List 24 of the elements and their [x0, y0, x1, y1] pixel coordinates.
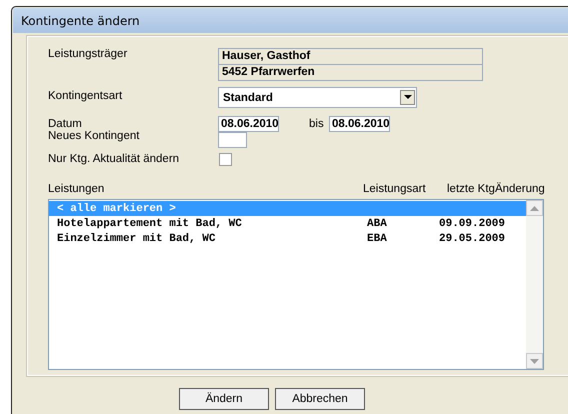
- list-item[interactable]: Hotelappartement mit Bad, WC ABA 09.09.2009: [49, 216, 526, 231]
- input-field[interactable]: [218, 132, 247, 148]
- field-label: bis: [308, 117, 325, 130]
- cancel-button[interactable]: Abbrechen: [275, 388, 365, 410]
- scrollbar[interactable]: [526, 200, 543, 369]
- change-button[interactable]: Ändern: [179, 388, 269, 410]
- window-title: Kontingente ändern: [21, 14, 140, 28]
- list-item[interactable]: Einzelzimmer mit Bad, WC EBA 29.05.2009: [49, 231, 526, 246]
- dropdown[interactable]: Standard: [218, 87, 417, 108]
- scroll-up-icon[interactable]: [526, 200, 543, 216]
- readonly-field: Hauser, Gasthof: [218, 48, 483, 65]
- date-field[interactable]: 08.06.2010: [329, 116, 390, 132]
- date-field[interactable]: 08.06.2010: [218, 116, 279, 132]
- field-label: Neues Kontingent: [48, 130, 140, 142]
- field-label: Datum: [48, 117, 83, 130]
- scroll-down-icon[interactable]: [526, 353, 543, 369]
- column-header: Leistungsart: [363, 183, 427, 197]
- checkbox[interactable]: [219, 153, 232, 166]
- field-label: Leistungsträger: [48, 48, 128, 60]
- field-label: Nur Ktg. Aktualität ändern: [48, 153, 180, 165]
- column-header: Leistungen: [48, 183, 106, 197]
- field-label: Kontingentsart: [48, 89, 124, 102]
- readonly-field: 5452 Pfarrwerfen: [218, 64, 483, 81]
- column-header: letzte KtgÄnderung: [447, 183, 545, 197]
